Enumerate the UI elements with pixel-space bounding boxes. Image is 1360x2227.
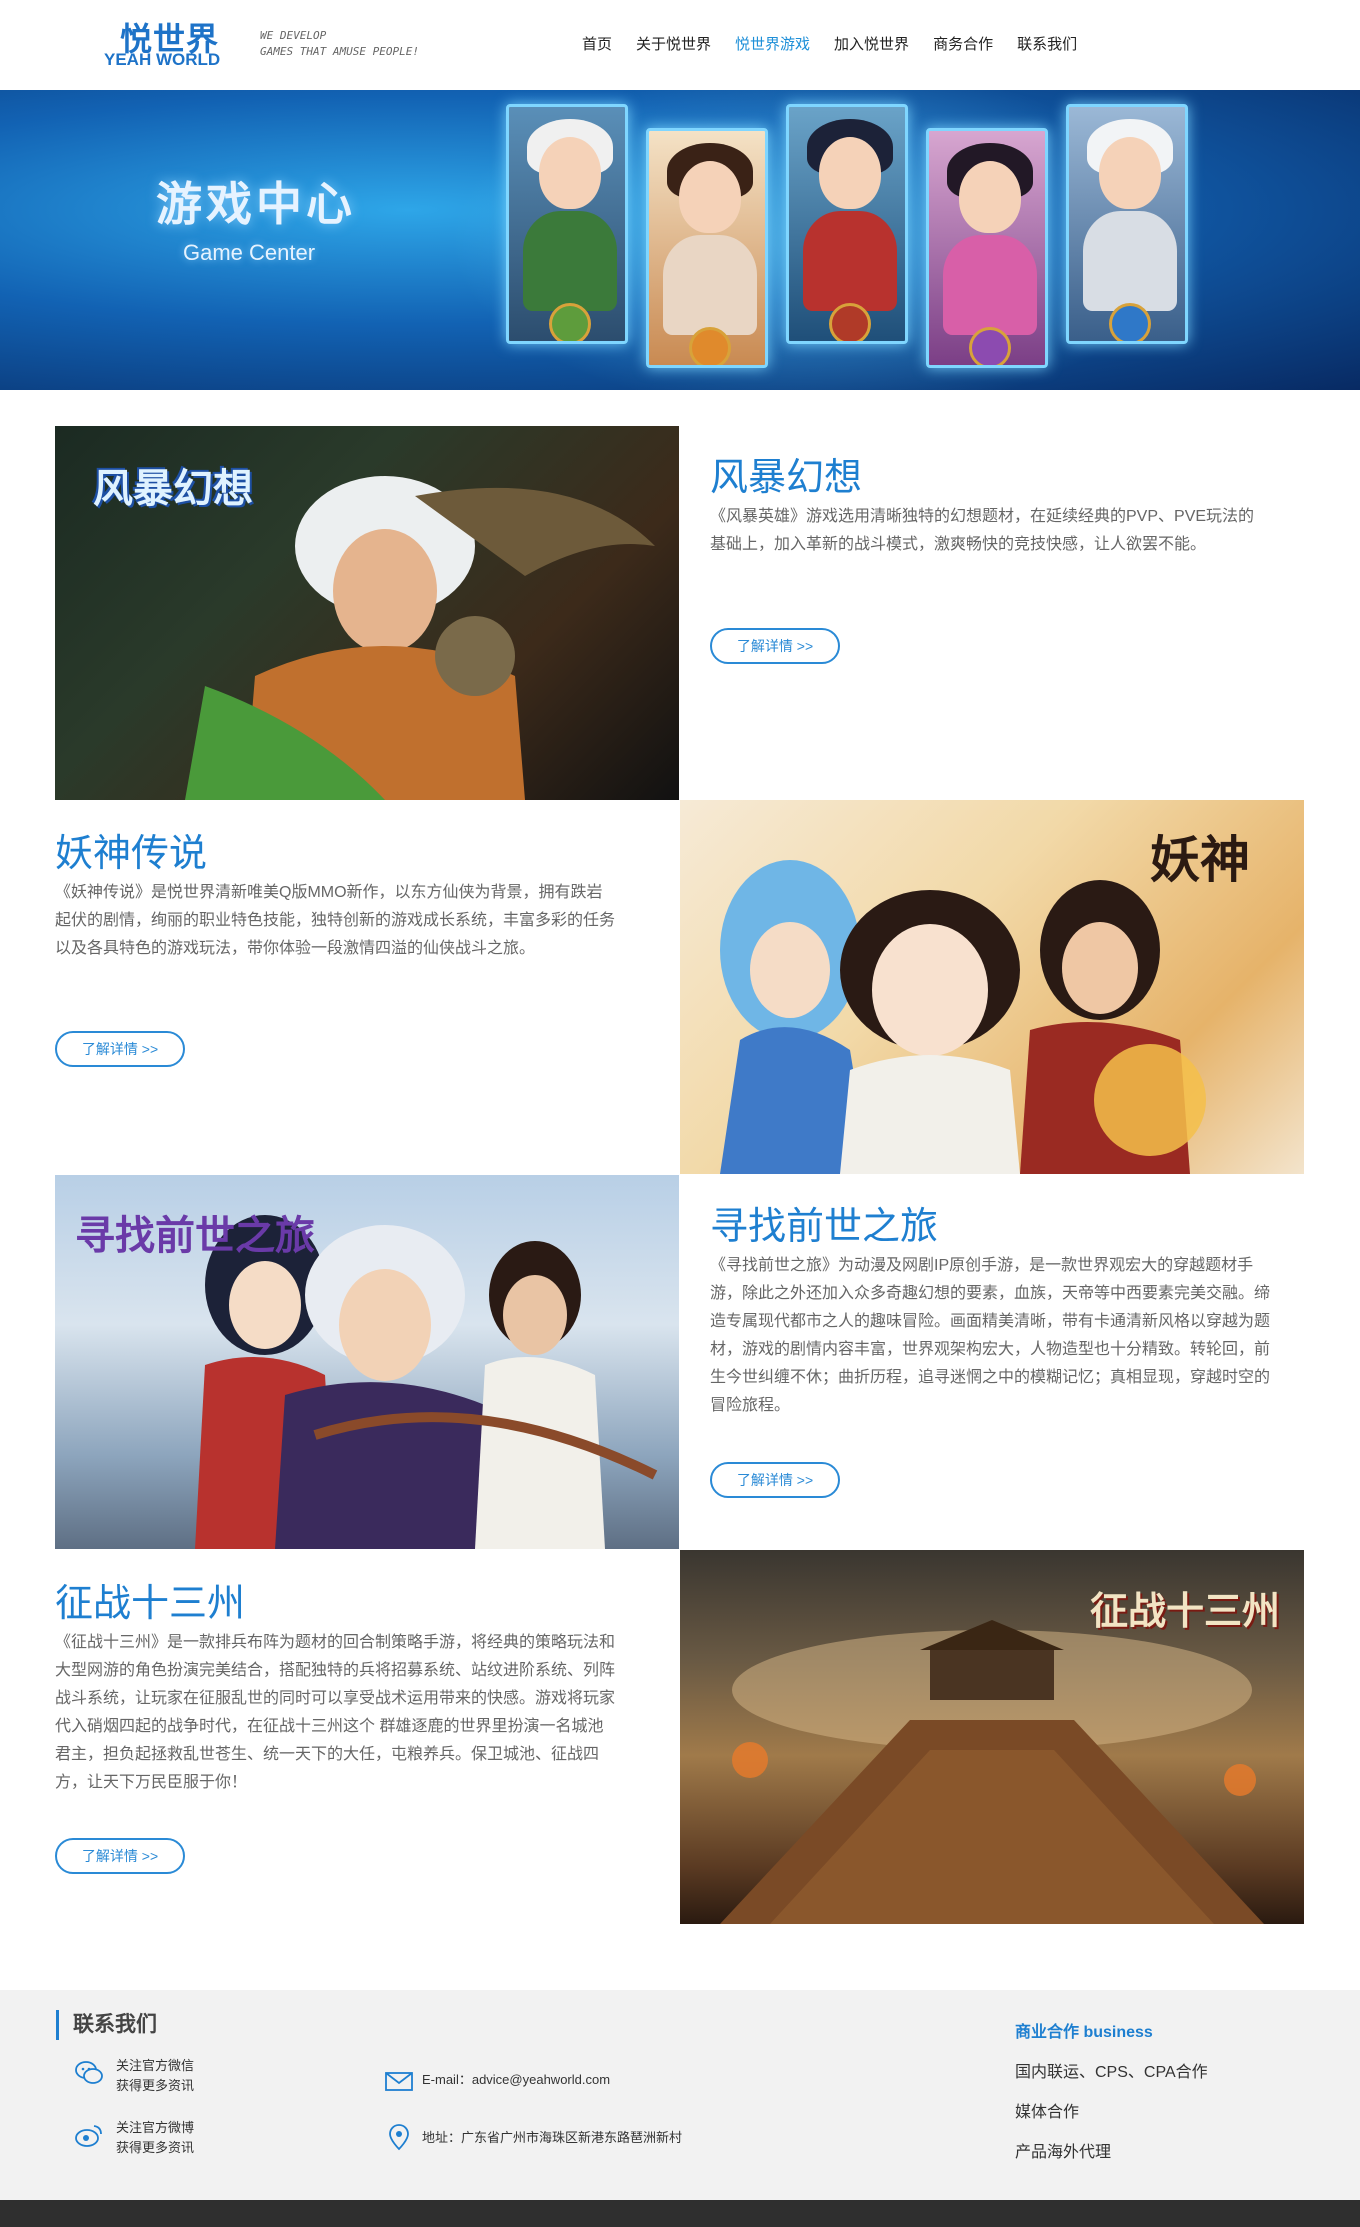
business-title: 商业合作 business xyxy=(1015,2024,1153,2041)
nav-business[interactable]: 商务合作 xyxy=(921,0,1005,90)
nav-about[interactable]: 关于悦世界 xyxy=(624,0,723,90)
email-icon xyxy=(385,2072,413,2091)
nav-games[interactable]: 悦世界游戏 xyxy=(723,0,822,90)
game-image-xunzhao[interactable]: 寻找前世之旅 xyxy=(55,1175,679,1549)
wechat-line-2: 获得更多资讯 xyxy=(116,2078,195,2093)
storm-fantasy-logo: 风暴幻想 xyxy=(93,465,253,512)
wechat-icon[interactable] xyxy=(74,2058,104,2088)
nav-home[interactable]: 首页 xyxy=(570,0,624,90)
banner-hero-card-1 xyxy=(506,104,628,344)
site-slogan: WE DEVELOP GAMES THAT AMUSE PEOPLE! xyxy=(260,28,419,60)
banner-hero-card-2 xyxy=(646,128,768,368)
more-button-zhengzhan[interactable]: 了解详情 >> xyxy=(55,1838,185,1874)
weibo-line-1: 关注官方微博 xyxy=(116,2120,195,2135)
game-desc-xunzhao: 《寻找前世之旅》为动漫及网剧IP原创手游，是一款世界观宏大的穿越题材手游，除此之… xyxy=(710,1257,1271,1414)
main-nav: 首页 关于悦世界 悦世界游戏 加入悦世界 商务合作 联系我们 xyxy=(570,0,1089,90)
logo-english-text: YEAH WORLD xyxy=(104,50,221,69)
game-title-storm-fantasy[interactable]: 风暴幻想 xyxy=(710,446,862,501)
location-icon xyxy=(389,2124,409,2151)
more-button-xunzhao[interactable]: 了解详情 >> xyxy=(710,1462,840,1498)
site-logo[interactable]: 悦世界 YEAH WORLD xyxy=(102,14,234,70)
footer-bottom-bar xyxy=(0,2200,1360,2227)
contact-title: 联系我们 xyxy=(56,2010,157,2040)
weibo-line-2: 获得更多资讯 xyxy=(116,2140,195,2155)
yaoshen-logo: 妖神 xyxy=(1150,830,1250,889)
game-image-zhengzhan[interactable]: 征战十三州 xyxy=(680,1550,1304,1924)
game-image-yaoshen[interactable]: 妖神 xyxy=(680,800,1304,1174)
slogan-line-1: WE DEVELOP xyxy=(260,29,327,42)
game-desc-yaoshen: 《妖神传说》是悦世界清新唯美Q版MMO新作，以东方仙侠为背景，拥有跌岩起伏的剧情… xyxy=(55,884,616,957)
hero-banner: 游戏中心 Game Center xyxy=(0,90,1360,390)
business-item-2[interactable]: 媒体合作 xyxy=(1015,2098,1079,2122)
banner-subtitle: Game Center xyxy=(183,240,316,265)
email-text[interactable]: E-mail：advice@yeahworld.com xyxy=(422,2070,610,2090)
game-image-storm-fantasy[interactable]: 风暴幻想 xyxy=(55,426,679,800)
game-title-xunzhao[interactable]: 寻找前世之旅 xyxy=(710,1195,938,1250)
game-desc-storm-fantasy: 《风暴英雄》游戏选用清晰独特的幻想题材，在延续经典的PVP、PVE玩法的基础上，… xyxy=(710,508,1255,553)
weibo-icon[interactable] xyxy=(74,2120,104,2150)
banner-hero-card-3 xyxy=(786,104,908,344)
slogan-line-2: GAMES THAT AMUSE PEOPLE! xyxy=(260,45,419,58)
banner-hero-card-5 xyxy=(1066,104,1188,344)
weibo-text[interactable]: 关注官方微博 获得更多资讯 xyxy=(116,2118,194,2158)
banner-title: 游戏中心 xyxy=(156,178,356,230)
game-title-yaoshen[interactable]: 妖神传说 xyxy=(55,822,207,877)
nav-contact[interactable]: 联系我们 xyxy=(1005,0,1089,90)
address-text: 地址：广东省广州市海珠区新港东路琶洲新村 xyxy=(422,2130,683,2145)
business-item-1[interactable]: 国内联运、CPS、CPA合作 xyxy=(1015,2058,1208,2082)
more-button-yaoshen[interactable]: 了解详情 >> xyxy=(55,1031,185,1067)
game-title-zhengzhan[interactable]: 征战十三州 xyxy=(55,1572,245,1627)
nav-join[interactable]: 加入悦世界 xyxy=(822,0,921,90)
banner-hero-card-4 xyxy=(926,128,1048,368)
xunzhao-logo: 寻找前世之旅 xyxy=(75,1212,315,1259)
game-desc-zhengzhan: 《征战十三州》是一款排兵布阵为题材的回合制策略手游，将经典的策略玩法和大型网游的… xyxy=(55,1634,616,1791)
wechat-text[interactable]: 关注官方微信 获得更多资讯 xyxy=(116,2056,194,2096)
zhengzhan-logo: 征战十三州 xyxy=(1090,1588,1281,1633)
more-button-storm-fantasy[interactable]: 了解详情 >> xyxy=(710,628,840,664)
site-header: 悦世界 YEAH WORLD WE DEVELOP GAMES THAT AMU… xyxy=(0,0,1360,90)
business-item-3[interactable]: 产品海外代理 xyxy=(1015,2138,1111,2162)
site-footer: 联系我们 关注官方微信 获得更多资讯 关注官方微博 获得更多资讯 E-mail：… xyxy=(0,1990,1360,2200)
wechat-line-1: 关注官方微信 xyxy=(116,2058,195,2073)
